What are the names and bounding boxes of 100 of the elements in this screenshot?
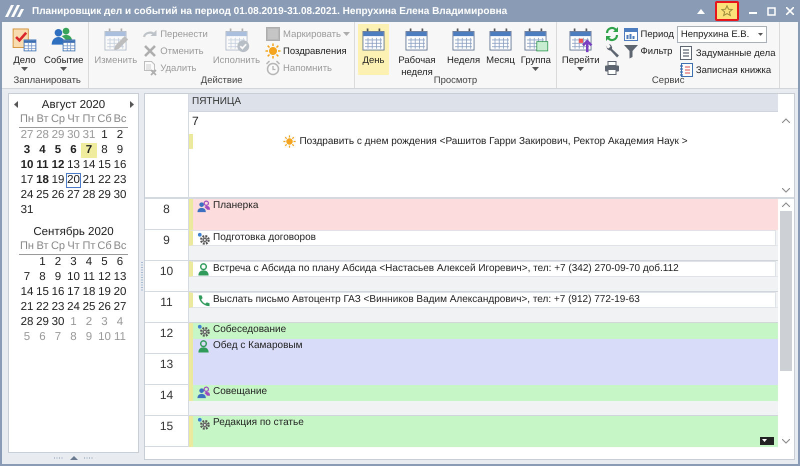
scroll-down-icon[interactable] <box>782 439 790 444</box>
calendar-day[interactable]: 10 <box>19 158 35 173</box>
calendar-event[interactable]: Обед с Камаровым <box>189 338 778 385</box>
calendar-day[interactable]: 26 <box>50 188 66 203</box>
ribbon-button[interactable]: День <box>358 24 389 75</box>
calendar-day[interactable]: 5 <box>96 255 112 270</box>
ribbon-button[interactable]: Перейти <box>560 24 602 75</box>
ribbon-button[interactable]: Поздравления <box>264 43 351 59</box>
close-icon[interactable] <box>786 7 794 15</box>
calendar-day[interactable]: 6 <box>112 255 128 270</box>
calendar-day[interactable]: 26 <box>96 300 112 315</box>
calendar-day[interactable]: 21 <box>81 173 97 188</box>
calendar-day[interactable]: 20 <box>66 173 82 188</box>
calendar-day[interactable]: 22 <box>34 300 50 315</box>
calendar-day[interactable]: 1 <box>96 128 112 143</box>
calendar-day[interactable]: 18 <box>34 173 50 188</box>
calendar-day[interactable]: 17 <box>66 285 82 300</box>
calendar-day[interactable]: 3 <box>19 143 35 158</box>
calendar-day[interactable]: 6 <box>66 143 82 158</box>
calendar-day[interactable]: 27 <box>112 300 128 315</box>
favorite-button[interactable] <box>715 1 739 21</box>
calendar-day[interactable]: 4 <box>81 255 97 270</box>
calendar-day[interactable]: 10 <box>66 270 82 285</box>
calendar-day[interactable]: 30 <box>50 315 66 330</box>
calendar-day[interactable]: 28 <box>81 188 97 203</box>
scroll-up-icon[interactable] <box>782 118 790 123</box>
calendar-day[interactable]: 27 <box>66 188 82 203</box>
user-dropdown[interactable]: Непрухина Е.В. <box>676 26 767 43</box>
prev-month-icon[interactable] <box>14 101 18 108</box>
calendar-day[interactable]: 9 <box>112 143 128 158</box>
ribbon-button[interactable]: Задуманные дела <box>676 45 776 61</box>
ribbon-button[interactable]: Неделя <box>444 24 482 75</box>
calendar-day[interactable]: 2 <box>50 255 66 270</box>
calendar-day[interactable]: 31 <box>19 203 35 218</box>
calendar-day[interactable]: 20 <box>112 285 128 300</box>
calendar-day[interactable]: 24 <box>66 300 82 315</box>
maximize-icon[interactable] <box>767 6 776 16</box>
refresh-icon[interactable] <box>604 26 620 42</box>
wrench-icon[interactable] <box>604 43 620 59</box>
ribbon-button[interactable]: Событие <box>42 24 86 75</box>
calendar-day[interactable]: 21 <box>19 300 35 315</box>
calendar-event[interactable]: Планерка <box>189 199 778 230</box>
more-events-icon[interactable] <box>760 437 774 445</box>
calendar-day[interactable]: 9 <box>50 270 66 285</box>
calendar-day[interactable]: 13 <box>112 270 128 285</box>
calendar-day[interactable]: 7 <box>81 143 97 158</box>
calendar-event[interactable]: Встреча с Абсида по плану Абсида <Настасьев Алексей Игоревич>, тел: +7 (342) 270-09-70 доб.112 <box>189 261 776 276</box>
calendar-day[interactable]: 5 <box>50 143 66 158</box>
calendar-day[interactable]: 14 <box>19 285 35 300</box>
calendar-day[interactable]: 16 <box>112 158 128 173</box>
calendar-day[interactable]: 18 <box>81 285 97 300</box>
calendar-day[interactable]: 11 <box>81 270 97 285</box>
calendar-day[interactable]: 29 <box>96 188 112 203</box>
calendar-day[interactable]: 25 <box>81 300 97 315</box>
calendar-event[interactable]: Подготовка договоров <box>189 230 776 246</box>
ribbon-button[interactable]: Период <box>622 26 675 42</box>
calendar-day[interactable]: 7 <box>19 270 35 285</box>
ribbon-button[interactable]: Месяц <box>484 24 517 75</box>
calendar-day[interactable]: 14 <box>81 158 97 173</box>
scroll-down-icon[interactable] <box>782 188 790 193</box>
calendar-day[interactable]: 12 <box>50 158 66 173</box>
calendar-day[interactable]: 25 <box>34 188 50 203</box>
calendar-day[interactable]: 29 <box>34 315 50 330</box>
collapse-ribbon-icon[interactable] <box>697 8 705 14</box>
scroll-up-icon[interactable] <box>782 202 790 207</box>
calendar-day[interactable]: 23 <box>112 173 128 188</box>
panel-grip-icon[interactable] <box>54 455 94 460</box>
scrollbar-thumb[interactable] <box>780 211 792 371</box>
calendar-day[interactable]: 15 <box>34 285 50 300</box>
calendar-day[interactable]: 13 <box>66 158 82 173</box>
calendar-event[interactable]: Собеседование <box>189 323 778 338</box>
calendar-event[interactable]: Совещание <box>189 385 778 400</box>
ribbon-button[interactable]: Фильтр <box>622 43 675 59</box>
calendar-day[interactable]: 1 <box>34 255 50 270</box>
calendar-day[interactable]: 19 <box>50 173 66 188</box>
calendar-day[interactable]: 2 <box>112 128 128 143</box>
calendar-day[interactable]: 16 <box>50 285 66 300</box>
printer-icon[interactable] <box>604 60 620 76</box>
ribbon-button[interactable]: Рабочая неделя <box>390 24 443 75</box>
calendar-day[interactable]: 17 <box>19 173 35 188</box>
calendar-day[interactable]: 22 <box>96 173 112 188</box>
calendar-day[interactable]: 15 <box>96 158 112 173</box>
calendar-day[interactable]: 19 <box>96 285 112 300</box>
calendar-day[interactable]: 12 <box>96 270 112 285</box>
calendar-day[interactable]: 30 <box>112 188 128 203</box>
calendar-day[interactable]: 8 <box>34 270 50 285</box>
calendar-day[interactable]: 8 <box>96 143 112 158</box>
calendar-day[interactable]: 28 <box>19 315 35 330</box>
all-day-event[interactable]: Поздравить с днем рождения <Рашитов Гарри Закирович, Ректор Академия Наук > <box>189 134 778 149</box>
calendar-day[interactable]: 3 <box>66 255 82 270</box>
calendar-day[interactable]: 23 <box>50 300 66 315</box>
calendar-day[interactable]: 11 <box>34 158 50 173</box>
calendar-event[interactable]: Редакция по статье <box>189 416 778 447</box>
ribbon-button[interactable]: Группа <box>518 24 553 75</box>
ribbon-button[interactable]: Записная книжка <box>676 62 776 78</box>
ribbon-button[interactable]: Дело <box>9 24 40 75</box>
next-month-icon[interactable] <box>130 101 134 108</box>
calendar-day[interactable]: 4 <box>34 143 50 158</box>
calendar-day[interactable]: 24 <box>19 188 35 203</box>
calendar-event[interactable]: Выслать письмо Автоцентр ГАЗ <Винников Вадим Александрович>, тел: +7 (912) 772-19-63 <box>189 292 776 308</box>
